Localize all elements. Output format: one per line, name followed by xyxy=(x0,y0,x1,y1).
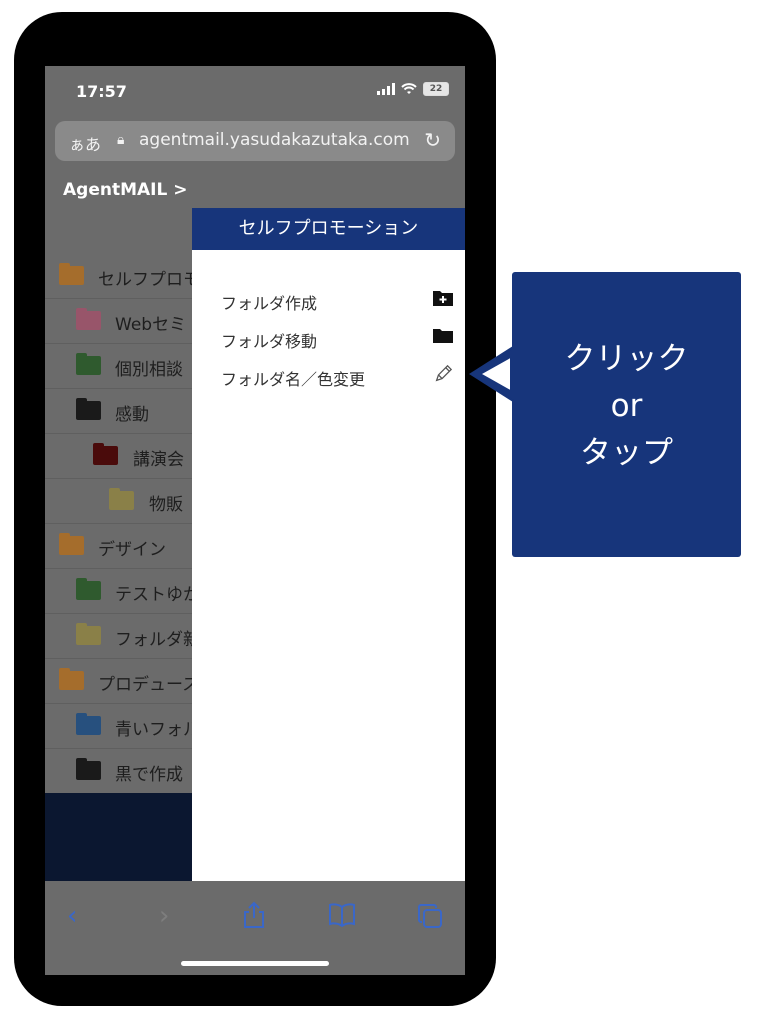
folder-icon xyxy=(76,353,101,375)
folder-name: 個別相談 xyxy=(115,360,183,380)
folder-name: Webセミ xyxy=(115,315,187,335)
panel-title: セルフプロモーション xyxy=(192,208,465,250)
folder-icon xyxy=(76,398,101,420)
lock-icon: 🔒︎ xyxy=(117,132,125,148)
folder-name: テストゆか xyxy=(115,585,200,605)
folder-name: セルフプロモ xyxy=(98,270,200,290)
folder-name: 感動 xyxy=(115,405,149,425)
folder-menu-panel: セルフプロモーション フォルダ作成 フォルダ移動 フォルダ名／色変更 xyxy=(192,208,465,881)
breadcrumb[interactable]: AgentMAIL > xyxy=(45,176,465,208)
menu-item-rename-color[interactable]: フォルダ名／色変更 xyxy=(192,358,465,394)
folder-name: フォルダ新 xyxy=(115,630,200,650)
url-text[interactable]: agentmail.yasudakazutaka.com xyxy=(139,130,410,150)
folder-icon xyxy=(76,713,101,735)
menu-item-create-folder[interactable]: フォルダ作成 xyxy=(192,282,465,318)
callout-line-2: or xyxy=(610,388,643,424)
callout-text: クリック or タップ xyxy=(512,336,741,477)
breadcrumb-label[interactable]: AgentMAIL > xyxy=(63,180,187,200)
folder-name: プロデュース xyxy=(98,675,200,695)
status-time: 17:57 xyxy=(76,82,127,101)
folder-icon xyxy=(76,308,101,330)
phone-screen: 17:57 22 ぁあ 🔒︎ agentmail.yasudakazutaka.… xyxy=(45,66,465,975)
tabs-icon[interactable] xyxy=(417,903,443,929)
menu-item-label: フォルダ作成 xyxy=(221,294,318,313)
browser-toolbar: ‹ › xyxy=(45,881,465,975)
battery-icon: 22 xyxy=(423,82,449,96)
menu-item-label: フォルダ移動 xyxy=(221,332,318,351)
folder-icon xyxy=(76,578,101,600)
callout-line-1: クリック xyxy=(564,341,689,377)
folder-icon xyxy=(76,623,101,645)
folder-name: 物販 xyxy=(149,495,183,515)
callout-tail xyxy=(470,348,514,400)
menu-item-label: フォルダ名／色変更 xyxy=(221,370,366,389)
home-indicator xyxy=(181,961,329,966)
folder-icon xyxy=(109,488,134,510)
menu-item-move-folder[interactable]: フォルダ移動 xyxy=(192,320,465,356)
pencil-icon xyxy=(435,364,453,382)
wifi-icon xyxy=(401,83,417,94)
address-bar-area: ぁあ 🔒︎ agentmail.yasudakazutaka.com ↻ xyxy=(45,116,465,176)
reader-aa-button[interactable]: ぁあ xyxy=(69,131,101,155)
folder-plus-icon xyxy=(433,291,453,306)
signal-icon xyxy=(377,83,395,95)
callout-box: クリック or タップ xyxy=(512,272,741,557)
share-icon[interactable] xyxy=(242,901,266,929)
folder-icon xyxy=(59,533,84,555)
folder-icon xyxy=(433,329,453,343)
folder-name: 青いフォル xyxy=(115,720,200,740)
status-icons: 22 xyxy=(377,82,449,96)
folder-icon xyxy=(59,668,84,690)
folder-icon xyxy=(59,263,84,285)
folder-name: 黒で作成 xyxy=(115,765,183,785)
folder-name: デザイン xyxy=(98,540,166,560)
folder-icon xyxy=(76,758,101,780)
folder-icon xyxy=(93,443,118,465)
address-bar[interactable]: ぁあ 🔒︎ agentmail.yasudakazutaka.com ↻ xyxy=(55,121,455,161)
callout-line-3: タップ xyxy=(580,435,673,471)
back-icon[interactable]: ‹ xyxy=(67,901,77,931)
folder-name: 講演会 xyxy=(133,450,184,470)
bookmarks-icon[interactable] xyxy=(328,903,356,927)
reload-icon[interactable]: ↻ xyxy=(424,128,441,152)
forward-icon[interactable]: › xyxy=(159,901,169,931)
status-bar: 17:57 22 xyxy=(45,66,465,116)
